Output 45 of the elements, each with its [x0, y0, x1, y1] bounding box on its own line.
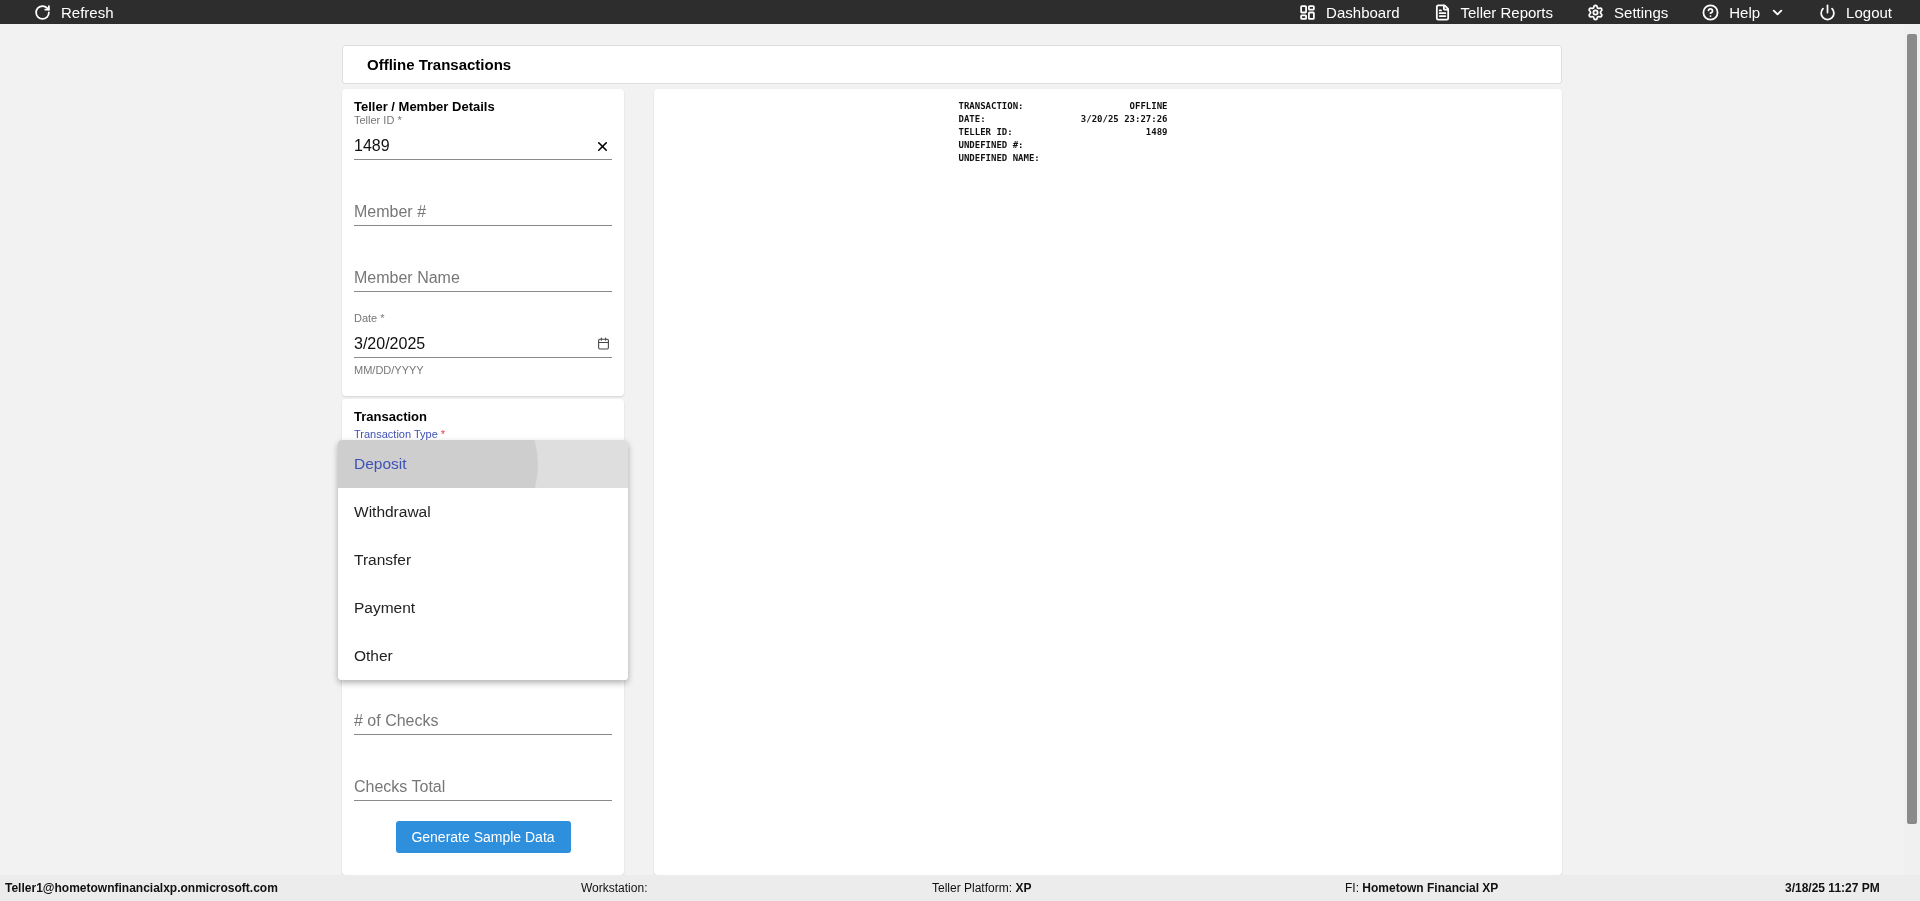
menu-item[interactable]: Transfer: [338, 536, 628, 584]
menu-item[interactable]: Withdrawal: [338, 488, 628, 536]
date-field[interactable]: 3/20/2025: [354, 330, 612, 358]
calendar-icon[interactable]: [597, 337, 610, 350]
status-datetime: 3/18/25 11:27 PM: [1785, 881, 1881, 895]
menu-item[interactable]: Other: [338, 632, 628, 680]
status-item: Teller Platform: XP: [932, 881, 1033, 895]
close-icon[interactable]: [595, 139, 610, 154]
page-title: Offline Transactions: [367, 56, 512, 73]
card-title: Teller / Member Details: [354, 99, 496, 114]
user-email: Teller1@hometownfinancialxp.onmicrosoft.com: [5, 881, 279, 895]
nav-link[interactable]: Refresh: [34, 3, 114, 21]
nav-link[interactable]: Teller Reports: [1433, 3, 1554, 21]
receipt-value: 1489: [1145, 126, 1168, 139]
receipt-label: TELLER ID:: [958, 126, 1013, 139]
help-icon: [1702, 3, 1720, 21]
receipt-label: UNDEFINED #:: [958, 139, 1024, 152]
nav-link[interactable]: Logout: [1819, 3, 1892, 21]
power-icon: [1819, 3, 1837, 21]
dashboard-icon: [1299, 3, 1317, 21]
card-title: Transaction: [354, 409, 428, 424]
input-field[interactable]: # of Checks: [354, 707, 612, 735]
helper-text: MM/DD/YYYY: [354, 364, 425, 376]
input-field[interactable]: 1489: [354, 132, 612, 160]
status-item: Workstation:: [581, 881, 649, 895]
settings-icon: [1587, 3, 1605, 21]
receipt-label: TRANSACTION:: [958, 100, 1024, 113]
menu-item[interactable]: Payment: [338, 584, 628, 632]
receipt-label: DATE:: [958, 113, 986, 126]
receipt-value: OFFLINE: [1129, 100, 1168, 113]
refresh-icon: [34, 3, 51, 21]
nav-link[interactable]: Help: [1702, 3, 1786, 21]
input-field[interactable]: Checks Total: [354, 773, 612, 801]
input-field[interactable]: Member Name: [354, 264, 612, 292]
field-label: Transaction Type *: [354, 428, 446, 440]
receipt-label: UNDEFINED NAME:: [958, 152, 1040, 165]
field-label: Date *: [354, 312, 386, 326]
field-label: Teller ID *: [354, 114, 403, 128]
menu-item[interactable]: Deposit: [338, 440, 628, 488]
document-icon: [1433, 3, 1451, 21]
nav-link[interactable]: Dashboard: [1299, 3, 1400, 21]
nav-link[interactable]: Settings: [1587, 3, 1669, 21]
status-item: FI: Hometown Financial XP: [1345, 881, 1500, 895]
input-field[interactable]: Member #: [354, 198, 612, 226]
receipt-value: 3/20/25 23:27:26: [1080, 113, 1168, 126]
